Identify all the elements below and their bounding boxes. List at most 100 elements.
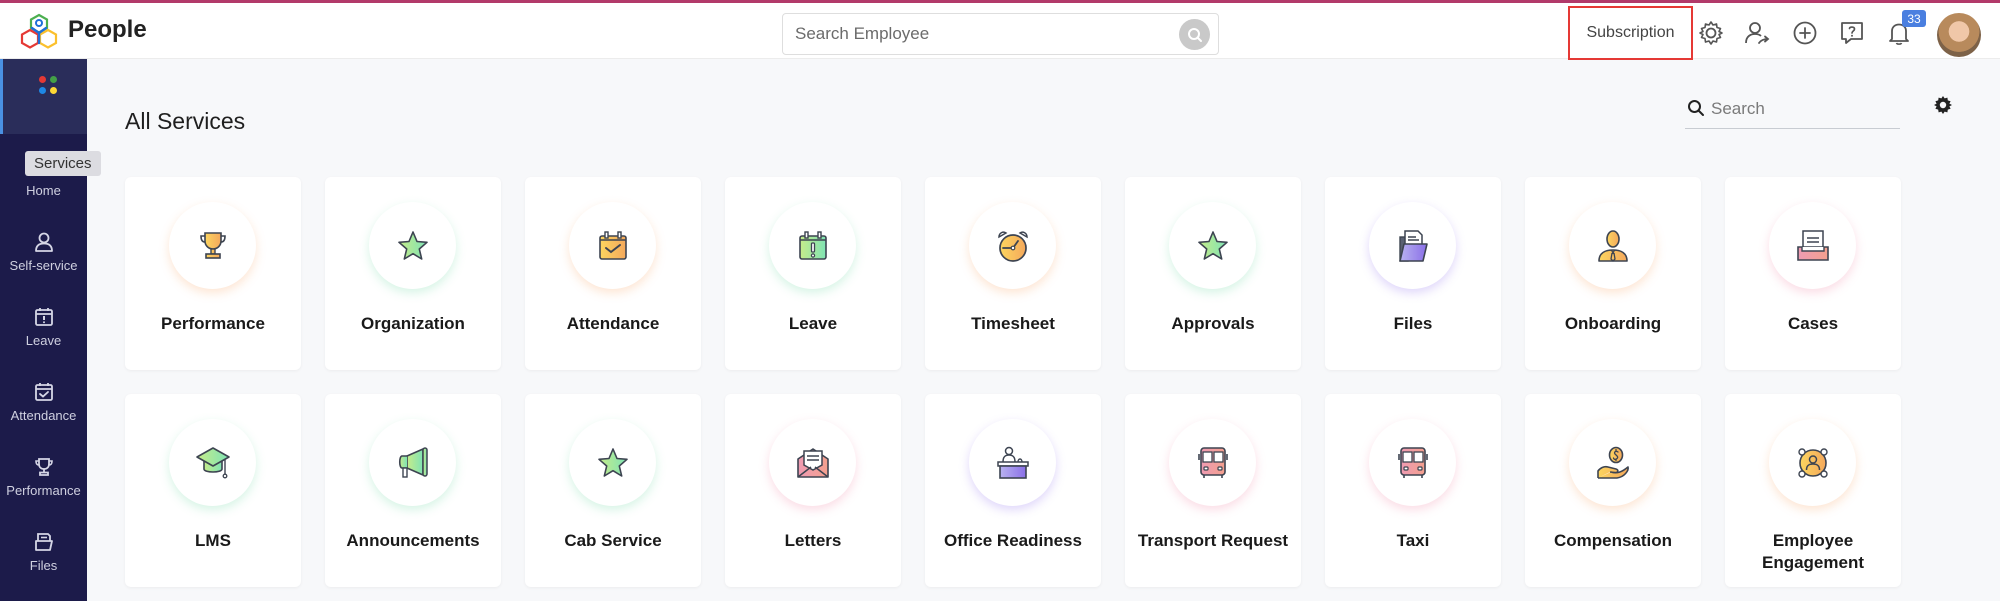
- service-name: Leave: [788, 314, 838, 333]
- service-card-attendance[interactable]: Attendance: [525, 177, 701, 370]
- service-icon-circle: [1569, 202, 1656, 289]
- service-name: Performance: [161, 314, 265, 333]
- sidebar-item-label: Files: [29, 558, 58, 573]
- envelope-letter-icon: [796, 447, 829, 478]
- service-name: Timesheet: [971, 314, 1055, 333]
- sidebar-item-label: Attendance: [10, 408, 77, 423]
- service-card-employee-engagement[interactable]: Employee Engagement: [1725, 394, 1901, 587]
- service-card-lms[interactable]: LMS: [125, 394, 301, 587]
- services-tooltip: Services: [25, 151, 101, 176]
- settings-button[interactable]: [1696, 18, 1726, 48]
- calendar-alert-icon: [798, 230, 827, 260]
- service-icon-circle: [969, 202, 1056, 289]
- people-logo-icon[interactable]: [20, 13, 58, 51]
- sidebar-item-services[interactable]: [0, 59, 87, 134]
- app-brand: People: [68, 16, 147, 43]
- sidebar-item-performance[interactable]: Performance: [0, 446, 87, 521]
- service-name: Transport Request: [1137, 531, 1289, 550]
- inbox-tray-icon: [1796, 229, 1829, 261]
- sidebar: Services Home Self-service Leave Attenda…: [0, 59, 101, 601]
- sidebar-item-attendance[interactable]: Attendance: [0, 371, 87, 446]
- leave-calendar-icon: [34, 308, 53, 326]
- service-card-leave[interactable]: Leave: [725, 177, 901, 370]
- service-card-cab-service[interactable]: Cab Service: [525, 394, 701, 587]
- employee-icon: [1597, 229, 1628, 262]
- megaphone-icon: [398, 446, 428, 478]
- search-icon: [1187, 27, 1202, 42]
- service-icon-circle: [1369, 202, 1456, 289]
- calendar-check-icon: [598, 230, 627, 260]
- service-name: Letters: [784, 531, 842, 550]
- service-icon-circle: [169, 419, 256, 506]
- star-icon: [1197, 230, 1228, 260]
- settings-icon: [1699, 21, 1723, 45]
- services-grid: Performance Organization Attendance Leav…: [125, 177, 1901, 587]
- service-card-letters[interactable]: Letters: [725, 394, 901, 587]
- search-icon: [1688, 100, 1704, 116]
- service-name: Files: [1393, 314, 1433, 333]
- service-name: LMS: [195, 531, 231, 550]
- service-card-approvals[interactable]: Approvals: [1125, 177, 1301, 370]
- user-avatar[interactable]: [1937, 13, 1981, 57]
- bus-icon: [1197, 446, 1228, 478]
- services-search[interactable]: [1685, 91, 1900, 129]
- service-name: Approvals: [1171, 314, 1255, 333]
- service-card-organization[interactable]: Organization: [325, 177, 501, 370]
- service-card-files[interactable]: Files: [1325, 177, 1501, 370]
- service-card-timesheet[interactable]: Timesheet: [925, 177, 1101, 370]
- service-card-cases[interactable]: Cases: [1725, 177, 1901, 370]
- add-button[interactable]: [1790, 18, 1820, 48]
- service-card-announcements[interactable]: Announcements: [325, 394, 501, 587]
- sidebar-item-self-service[interactable]: Self-service: [0, 221, 87, 296]
- sidebar-item-label: Performance: [6, 483, 81, 498]
- service-name: Cases: [1787, 314, 1839, 333]
- service-name: Compensation: [1553, 531, 1673, 550]
- service-icon-circle: [969, 419, 1056, 506]
- service-name: Attendance: [566, 314, 660, 333]
- trophy-icon: [199, 231, 226, 259]
- service-icon-circle: [1369, 419, 1456, 506]
- service-icon-circle: [1169, 202, 1256, 289]
- service-icon-circle: [1169, 419, 1256, 506]
- settings-icon: [1934, 96, 1952, 114]
- folder-icon: [1398, 229, 1428, 262]
- files-icon: [34, 533, 53, 551]
- service-name: Onboarding: [1564, 314, 1662, 333]
- service-name: Announcements: [346, 531, 480, 550]
- employee-search-input[interactable]: [795, 14, 1155, 54]
- sidebar-item-label: Self-service: [9, 258, 78, 273]
- service-icon-circle: [1569, 419, 1656, 506]
- service-card-taxi[interactable]: Taxi: [1325, 394, 1501, 587]
- sidebar-item-leave[interactable]: Leave: [0, 296, 87, 371]
- services-grid-icon: [39, 76, 59, 96]
- service-name: Taxi: [1396, 531, 1430, 550]
- service-icon-circle: [769, 419, 856, 506]
- sidebar-item-label: Home: [26, 183, 61, 198]
- service-name: Employee Engagement: [1761, 531, 1865, 572]
- service-card-performance[interactable]: Performance: [125, 177, 301, 370]
- reception-desk-icon: [996, 446, 1029, 479]
- subscription-button[interactable]: Subscription: [1568, 6, 1693, 60]
- engagement-icon: [1797, 447, 1828, 478]
- employee-search[interactable]: [782, 13, 1219, 55]
- employee-search-button[interactable]: [1179, 19, 1210, 50]
- star-icon: [397, 230, 428, 260]
- service-card-onboarding[interactable]: Onboarding: [1525, 177, 1701, 370]
- service-card-compensation[interactable]: Compensation: [1525, 394, 1701, 587]
- page-title: All Services: [125, 108, 246, 134]
- star-icon: [597, 447, 628, 477]
- service-card-transport-request[interactable]: Transport Request: [1125, 394, 1301, 587]
- service-card-office-readiness[interactable]: Office Readiness: [925, 394, 1101, 587]
- service-name: Office Readiness: [944, 531, 1082, 550]
- switch-user-button[interactable]: [1742, 18, 1772, 48]
- sidebar-item-files[interactable]: Files: [0, 521, 87, 596]
- service-icon-circle: [369, 419, 456, 506]
- service-icon-circle: [569, 202, 656, 289]
- sidebar-item-label: Leave: [25, 333, 62, 348]
- help-button[interactable]: [1837, 18, 1867, 48]
- services-settings-button[interactable]: [1933, 95, 1953, 120]
- service-icon-circle: [569, 419, 656, 506]
- services-search-input[interactable]: [1711, 95, 1896, 123]
- service-name: Cab Service: [564, 531, 662, 550]
- attendance-calendar-icon: [34, 383, 53, 401]
